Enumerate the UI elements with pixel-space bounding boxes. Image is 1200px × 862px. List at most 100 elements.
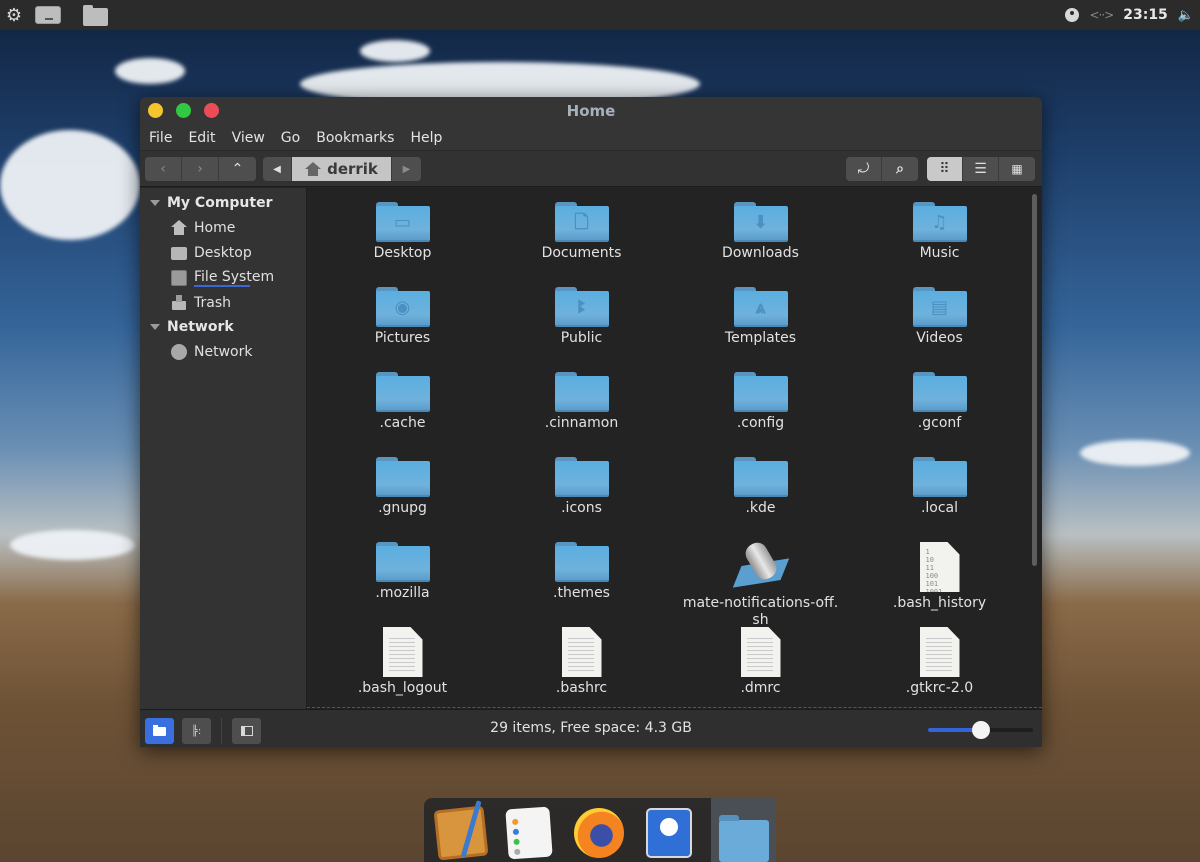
file-item[interactable]: .cinnamon	[492, 368, 671, 453]
path-scroll-right-button[interactable]: ▶	[392, 157, 421, 181]
file-item[interactable]: .gconf	[850, 368, 1029, 453]
chevron-right-icon: ›	[197, 161, 203, 177]
folder-emblem-icon: ꔪ	[577, 297, 586, 318]
sidebar-item-desktop[interactable]: Desktop	[140, 240, 306, 265]
file-name: Public	[560, 330, 603, 346]
folder-emblem-icon: 🗋	[574, 212, 589, 233]
vertical-scrollbar[interactable]	[1032, 194, 1037, 566]
file-item[interactable]: ꔪ Public	[492, 283, 671, 368]
sidebar-item-trash[interactable]: Trash	[140, 290, 306, 315]
folder-emblem-icon: ◉	[394, 297, 411, 318]
search-button[interactable]: ⌕	[882, 157, 918, 181]
file-item[interactable]: ⩓ Templates	[671, 283, 850, 368]
file-name: Templates	[724, 330, 797, 346]
menu-view[interactable]: View	[232, 130, 265, 146]
file-name: .config	[736, 415, 785, 431]
show-desktop-icon[interactable]	[35, 6, 61, 24]
toolbar: ‹ › ⌃ ◀ derrik ▶ ⤾ ⌕ ⠿ ☰ ▦	[140, 150, 1042, 187]
drawing-app-icon[interactable]	[433, 805, 489, 861]
menu-go[interactable]: Go	[281, 130, 300, 146]
list-icon: ☰	[974, 161, 987, 177]
home-icon	[171, 219, 187, 236]
sidebar-item-file-system[interactable]: File System	[140, 265, 306, 290]
file-view[interactable]: ▭ Desktop 🗋 Documents ⬇ Downloads ♫ Music ◉ Pictu…	[307, 188, 1042, 709]
compact-grid-icon: ▦	[1011, 162, 1023, 176]
zoom-slider-handle[interactable]	[971, 721, 990, 739]
file-item[interactable]: 1 10 11 100 101 1001 .bash_history	[850, 538, 1029, 623]
media-player-icon[interactable]	[646, 808, 692, 858]
file-name: Pictures	[374, 330, 431, 346]
network-arrows-icon[interactable]: <··>	[1089, 8, 1114, 22]
sidebar-item-network[interactable]: Network	[140, 339, 306, 364]
compact-view-button[interactable]: ▦	[999, 157, 1035, 181]
file-item[interactable]: ▭ Desktop	[313, 198, 492, 283]
path-bar: ◀ derrik ▶	[263, 157, 421, 181]
status-text: 29 items, Free space: 4.3 GB	[490, 720, 692, 736]
file-item[interactable]: .config	[671, 368, 850, 453]
file-item[interactable]: 🗋 Documents	[492, 198, 671, 283]
toggle-location-button[interactable]: ⤾	[846, 157, 882, 181]
zoom-slider[interactable]	[928, 721, 1033, 739]
folder-emblem-icon: ♫	[931, 212, 948, 233]
firefox-icon[interactable]	[574, 808, 624, 858]
titlebar[interactable]: Home	[140, 97, 1042, 125]
folder-icon	[733, 453, 788, 497]
file-manager-icon[interactable]	[711, 798, 776, 862]
user-icon[interactable]	[1065, 8, 1080, 22]
file-item[interactable]: .gnupg	[313, 453, 492, 538]
text-file-icon	[555, 623, 609, 677]
file-name: Documents	[541, 245, 622, 261]
file-item[interactable]: .mozilla	[313, 538, 492, 623]
folder-icon	[554, 538, 609, 582]
expander-icon[interactable]	[150, 200, 160, 206]
file-name: Videos	[916, 330, 963, 346]
path-scroll-left-button[interactable]: ◀	[263, 157, 292, 181]
clock[interactable]: 23:15	[1123, 7, 1168, 23]
home-icon	[305, 162, 322, 176]
file-item[interactable]: .kde	[671, 453, 850, 538]
reminders-app-icon[interactable]	[505, 806, 553, 860]
sidebar-item-home[interactable]: Home	[140, 215, 306, 240]
file-item[interactable]: .bash_logout	[313, 623, 492, 708]
menu-file[interactable]: File	[149, 130, 172, 146]
folder-icon: ⬇	[733, 198, 788, 242]
folder-emblem-icon: ⩓	[755, 297, 766, 318]
file-item[interactable]: .dmrc	[671, 623, 850, 708]
menu-bookmarks[interactable]: Bookmarks	[316, 130, 394, 146]
trash-icon	[171, 294, 187, 311]
volume-icon[interactable]: 🔈	[1178, 8, 1194, 23]
statusbar: ╠: 29 items, Free space: 4.3 GB	[140, 709, 1042, 747]
file-item[interactable]: ⬇ Downloads	[671, 198, 850, 283]
list-view-button[interactable]: ☰	[963, 157, 999, 181]
sidebar-section-my-computer[interactable]: My Computer	[140, 191, 306, 215]
file-item[interactable]: ◉ Pictures	[313, 283, 492, 368]
file-item[interactable]: ♫ Music	[850, 198, 1029, 283]
chevron-up-icon: ⌃	[231, 161, 244, 177]
menu-edit[interactable]: Edit	[188, 130, 215, 146]
sidebar-item-label: Home	[194, 219, 236, 236]
folder-icon	[375, 538, 430, 582]
file-item[interactable]: .themes	[492, 538, 671, 623]
icon-view-button[interactable]: ⠿	[927, 157, 963, 181]
gear-icon[interactable]: ⚙	[4, 5, 24, 26]
forward-button[interactable]: ›	[182, 157, 219, 181]
folder-icon	[554, 368, 609, 412]
sidebar-item-label: Desktop	[194, 244, 252, 261]
expander-icon[interactable]	[150, 324, 160, 330]
text-file-icon	[376, 623, 430, 677]
file-item[interactable]: .local	[850, 453, 1029, 538]
file-name: .mozilla	[375, 585, 430, 601]
file-item[interactable]: ▤ Videos	[850, 283, 1029, 368]
files-icon[interactable]	[83, 5, 108, 26]
menu-help[interactable]: Help	[410, 130, 442, 146]
file-item[interactable]: .gtkrc-2.0	[850, 623, 1029, 708]
file-item[interactable]: .bashrc	[492, 623, 671, 708]
file-item[interactable]: .cache	[313, 368, 492, 453]
back-button[interactable]: ‹	[145, 157, 182, 181]
up-button[interactable]: ⌃	[219, 157, 256, 181]
cloud	[10, 530, 135, 560]
file-item[interactable]: .icons	[492, 453, 671, 538]
breadcrumb-home[interactable]: derrik	[292, 157, 392, 181]
sidebar-section-network[interactable]: Network	[140, 315, 306, 339]
file-item[interactable]: mate-notifications-off. sh	[671, 538, 850, 628]
